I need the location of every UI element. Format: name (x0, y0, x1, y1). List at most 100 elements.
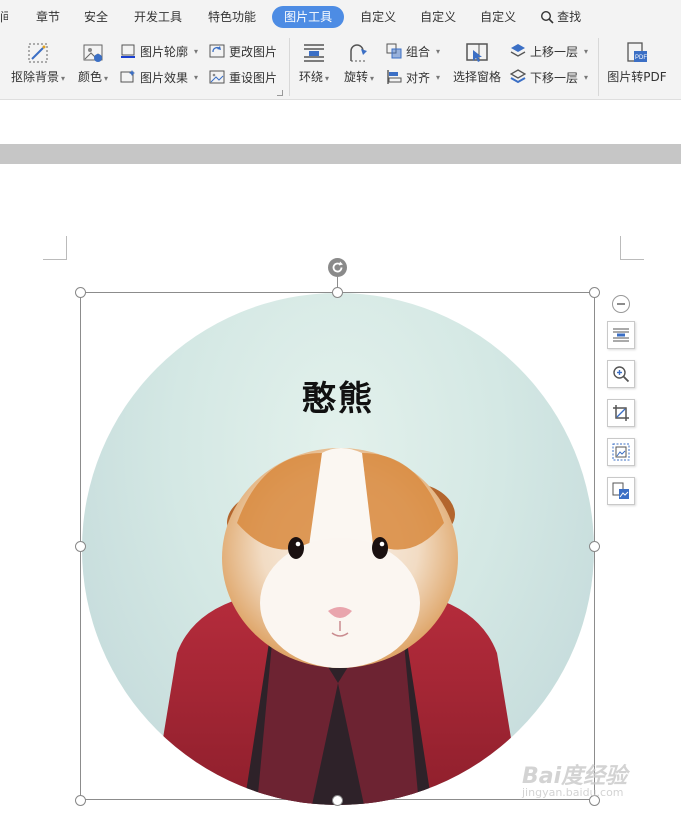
resize-handle-bottom[interactable] (332, 795, 343, 806)
send-backward-icon (510, 69, 526, 85)
tab-custom-3[interactable]: 自定义 (468, 6, 528, 28)
selection-pane-icon (464, 40, 490, 66)
tab-partial[interactable]: 间 (0, 6, 8, 28)
zoom-in-icon (613, 366, 630, 383)
tab-developer[interactable]: 开发工具 (120, 6, 196, 28)
resize-handle-bottom-left[interactable] (75, 795, 86, 806)
float-crop-button[interactable] (607, 399, 635, 427)
search-label: 查找 (557, 10, 582, 24)
dropdown-caret-icon: ▾ (61, 74, 66, 83)
dialog-launcher-icon[interactable] (277, 90, 283, 96)
wps-writer-window: 间 章节 安全 开发工具 特色功能 图片工具 自定义 自定义 自定义 查找 抠除… (0, 0, 681, 820)
document-ruler-area (0, 100, 681, 144)
outline-icon (120, 43, 136, 59)
guinea-pig-illustration (152, 448, 522, 805)
remove-bg-label: 抠除背景 (10, 70, 59, 84)
dropdown-caret-icon: ▾ (370, 74, 375, 83)
resize-handle-left[interactable] (75, 541, 86, 552)
convert-picture-icon (612, 482, 629, 499)
picture-to-pdf-label: 图片转PDF (607, 70, 667, 84)
tab-custom-2[interactable]: 自定义 (408, 6, 468, 28)
dropdown-caret-icon: ▾ (584, 72, 589, 82)
picture-effect-button[interactable]: 图片效果 ▾ (120, 68, 198, 86)
picture-outline-button[interactable]: 图片轮廓 ▾ (120, 42, 198, 60)
resize-handle-top[interactable] (332, 287, 343, 298)
wrap-text-button[interactable]: 环绕 ▾ (296, 40, 332, 86)
float-picture-button[interactable] (607, 438, 635, 466)
bring-forward-icon (510, 43, 526, 59)
rotate-handle[interactable] (328, 258, 347, 277)
color-button[interactable]: 颜色 ▾ (75, 40, 111, 86)
ribbon-tab-bar: 间 章节 安全 开发工具 特色功能 图片工具 自定义 自定义 自定义 查找 (0, 0, 681, 34)
picture-to-pdf-button[interactable]: PDF 图片转PDF (606, 40, 668, 84)
align-icon (386, 69, 402, 85)
float-zoom-button[interactable] (607, 360, 635, 388)
watermark-url: jingyan.baidu.com (522, 786, 624, 799)
picture-color-icon (80, 40, 106, 66)
selection-pane-button[interactable]: 选择窗格 (452, 40, 502, 84)
remove-background-button[interactable]: 抠除背景 ▾ (8, 40, 68, 86)
picture-frame-icon (612, 443, 630, 461)
svg-text:PDF: PDF (635, 55, 647, 61)
change-picture-icon (209, 43, 225, 59)
group-icon (386, 43, 402, 59)
group-button[interactable]: 组合 ▾ (386, 42, 440, 60)
crop-icon (613, 405, 629, 421)
tab-chapter[interactable]: 章节 (24, 6, 72, 28)
group-label: 组合 (406, 44, 431, 59)
magic-wand-icon (25, 40, 51, 66)
ribbon-separator (289, 38, 290, 96)
tab-features[interactable]: 特色功能 (196, 6, 268, 28)
dropdown-caret-icon: ▾ (104, 74, 109, 83)
send-backward-button[interactable]: 下移一层 ▾ (510, 68, 588, 86)
tab-picture-tools[interactable]: 图片工具 (272, 6, 345, 28)
rotate-handle-icon (332, 261, 343, 273)
search-icon (541, 10, 554, 24)
align-label: 对齐 (406, 70, 431, 85)
change-picture-button[interactable]: 更改图片 (209, 42, 277, 60)
dropdown-caret-icon: ▾ (584, 46, 589, 56)
ribbon-separator (598, 38, 599, 96)
selected-picture[interactable]: 憨熊 (80, 292, 595, 805)
align-button[interactable]: 对齐 ▾ (386, 68, 440, 86)
wrap-label: 环绕 (298, 70, 323, 84)
dropdown-caret-icon: ▾ (436, 72, 441, 82)
resize-handle-right[interactable] (589, 541, 600, 552)
effect-icon (120, 69, 136, 85)
send-backward-label: 下移一层 (530, 70, 579, 85)
dropdown-caret-icon: ▾ (194, 46, 199, 56)
outline-label: 图片轮廓 (140, 44, 189, 59)
dropdown-caret-icon: ▾ (194, 72, 199, 82)
search-button[interactable]: 查找 (528, 6, 593, 28)
page-gap (0, 144, 681, 164)
color-label: 颜色 (77, 70, 102, 84)
page-corner-mark-right (620, 236, 644, 260)
collapse-toolbar-button[interactable] (612, 295, 630, 313)
minus-icon (617, 303, 625, 305)
text-wrap-icon (613, 328, 629, 342)
tab-security[interactable]: 安全 (72, 6, 120, 28)
pdf-icon: PDF (624, 40, 650, 66)
resize-handle-top-left[interactable] (75, 287, 86, 298)
float-wrap-button[interactable] (607, 321, 635, 349)
text-wrap-icon (301, 40, 327, 66)
picture-tools-ribbon: 抠除背景 ▾ 颜色 ▾ 图片轮廓 ▾ 图片效果 ▾ 更改图片 重设图片 环绕 ▾… (0, 34, 681, 100)
dropdown-caret-icon: ▾ (325, 74, 330, 83)
bring-forward-label: 上移一层 (530, 44, 579, 59)
bring-forward-button[interactable]: 上移一层 ▾ (510, 42, 588, 60)
page-corner-mark-left (43, 236, 67, 260)
reset-picture-label: 重设图片 (229, 70, 278, 85)
resize-handle-top-right[interactable] (589, 287, 600, 298)
float-convert-button[interactable] (607, 477, 635, 505)
reset-picture-icon (209, 69, 225, 85)
reset-picture-button[interactable]: 重设图片 (209, 68, 277, 86)
selection-pane-label: 选择窗格 (452, 70, 501, 84)
guinea-pig-picture: 憨熊 (82, 293, 594, 805)
dropdown-caret-icon: ▾ (436, 46, 441, 56)
tab-label: 间 (0, 10, 8, 24)
tab-custom-1[interactable]: 自定义 (348, 6, 408, 28)
rotate-label: 旋转 (343, 70, 368, 84)
rotate-button[interactable]: 旋转 ▾ (341, 40, 377, 86)
change-picture-label: 更改图片 (229, 44, 278, 59)
effect-label: 图片效果 (140, 70, 189, 85)
